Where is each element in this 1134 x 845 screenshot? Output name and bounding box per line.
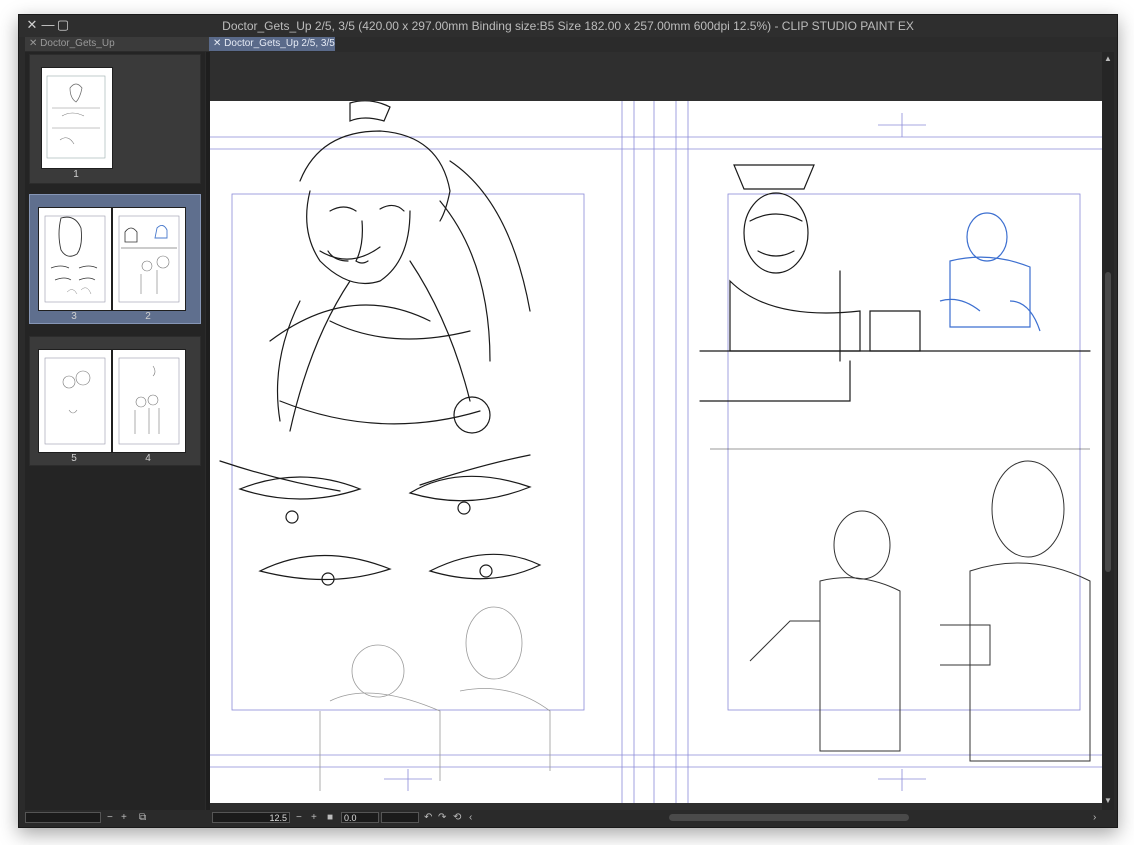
status-bar: − + ⧉ 12.5 − + ■ 0.0 ↶ ↷ ⟲ ‹ › bbox=[19, 810, 1117, 827]
vertical-scrollbar[interactable]: ▲ ▼ bbox=[1102, 52, 1114, 810]
page-thumbnail[interactable] bbox=[38, 207, 112, 311]
tab-label: Doctor_Gets_Up 2/5, 3/5 bbox=[224, 38, 335, 49]
rotate-right-icon[interactable]: ↷ bbox=[438, 812, 446, 824]
thumbnail-sketch bbox=[44, 215, 106, 303]
page-card[interactable]: 1 bbox=[29, 54, 201, 184]
page-number: 2 bbox=[145, 311, 151, 322]
reset-rotation-icon[interactable]: ⟲ bbox=[453, 812, 461, 824]
window-title: Doctor_Gets_Up 2/5, 3/5 (420.00 x 297.00… bbox=[222, 19, 914, 33]
canvas-area[interactable] bbox=[210, 52, 1102, 810]
page-thumbnail[interactable] bbox=[112, 349, 186, 453]
tab-label: Doctor_Gets_Up bbox=[40, 38, 115, 49]
thumbnail-sketch bbox=[44, 357, 106, 445]
horizontal-scrollbar[interactable] bbox=[669, 814, 909, 821]
navigator-zoom-slider[interactable] bbox=[25, 812, 101, 823]
page-number: 3 bbox=[71, 311, 77, 322]
rotation-field[interactable]: 0.0 bbox=[341, 812, 379, 823]
zoom-out-icon[interactable]: − bbox=[296, 812, 302, 824]
app-window: ✕ — ▢ Doctor_Gets_Up 2/5, 3/5 (420.00 x … bbox=[18, 14, 1118, 828]
tab-navigator[interactable]: ✕ Doctor_Gets_Up bbox=[25, 37, 213, 51]
close-icon[interactable]: ✕ bbox=[29, 38, 40, 49]
title-bar: ✕ — ▢ Doctor_Gets_Up 2/5, 3/5 (420.00 x … bbox=[19, 15, 1117, 37]
page-card[interactable]: 5 4 bbox=[29, 336, 201, 466]
page-number: 4 bbox=[145, 453, 151, 464]
flip-horizontal-icon[interactable]: ‹ bbox=[469, 812, 472, 824]
page-card-selected[interactable]: 3 2 bbox=[29, 194, 201, 324]
page-thumbnail[interactable] bbox=[112, 207, 186, 311]
page-thumbnail[interactable] bbox=[38, 349, 112, 453]
arrow-up-icon[interactable]: ▲ bbox=[1103, 54, 1113, 64]
thumbnail-settings-icon[interactable]: ⧉ bbox=[139, 812, 146, 824]
page-navigator: 1 3 2 5 4 bbox=[25, 52, 205, 810]
thumbnail-sketch bbox=[118, 357, 180, 445]
fit-icon[interactable]: ■ bbox=[327, 812, 333, 824]
page-number: 1 bbox=[73, 169, 79, 180]
zoom-in-icon[interactable]: + bbox=[311, 812, 317, 824]
scroll-thumb[interactable] bbox=[1105, 272, 1111, 572]
tab-row: ✕ Doctor_Gets_Up ⌄ ✕ Doctor_Gets_Up 2/5,… bbox=[19, 37, 1117, 69]
zoom-out-icon[interactable]: − bbox=[107, 812, 113, 824]
zoom-in-icon[interactable]: + bbox=[121, 812, 127, 824]
thumbnail-sketch bbox=[118, 215, 180, 303]
manga-spread-canvas[interactable] bbox=[210, 101, 1102, 803]
rotate-left-icon[interactable]: ↶ bbox=[424, 812, 432, 824]
rotation-slider[interactable] bbox=[381, 812, 419, 823]
arrow-down-icon[interactable]: ▼ bbox=[1103, 796, 1113, 806]
arrow-right-icon[interactable]: › bbox=[1093, 812, 1096, 824]
tab-document[interactable]: ✕ Doctor_Gets_Up 2/5, 3/5 bbox=[209, 37, 335, 51]
thumbnail-sketch bbox=[46, 75, 106, 159]
close-icon[interactable]: ✕ bbox=[213, 38, 224, 49]
zoom-field[interactable]: 12.5 bbox=[212, 812, 290, 823]
page-number: 5 bbox=[71, 453, 77, 464]
page-thumbnail[interactable] bbox=[41, 67, 113, 169]
